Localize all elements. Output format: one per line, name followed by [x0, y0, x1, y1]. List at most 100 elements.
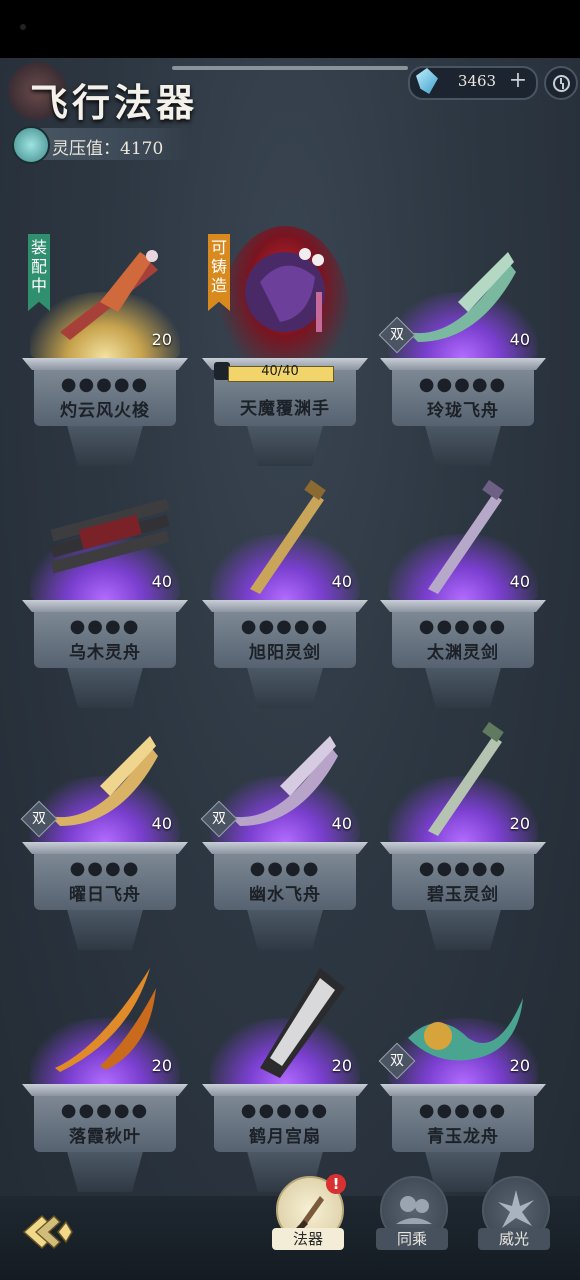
star-marks: ●●●●● — [418, 858, 508, 879]
pedestal-top — [22, 358, 188, 370]
artifact-name: 旭阳灵剑 — [249, 643, 321, 663]
star-marks: ●●●●● — [240, 1100, 330, 1121]
artifact-card[interactable]: 双 40 ●●●● 曜日飞舟 — [20, 710, 190, 950]
hand-icon — [245, 248, 325, 332]
dragon-icon — [408, 998, 523, 1061]
sword-purple-icon — [428, 479, 504, 594]
star-marks: ●●●●● — [418, 1100, 508, 1121]
star-marks: ●●●● — [249, 858, 321, 879]
star-marks: ●●●●● — [418, 374, 508, 395]
spirit-pressure-icon — [12, 126, 50, 164]
star-marks: ●●●●● — [60, 374, 150, 395]
pedestal-top — [380, 842, 546, 854]
pedestal-top — [202, 1084, 368, 1096]
star-marks: ●●●● — [69, 616, 141, 637]
artifact-level: 20 — [331, 1056, 352, 1075]
dual-seat-label: 双 — [32, 811, 46, 827]
boat-green-icon — [408, 252, 516, 342]
artifact-name: 落霞秋叶 — [69, 1127, 141, 1147]
pedestal-base — [425, 910, 501, 950]
artifact-card[interactable]: 20 ●●●●● 鹤月宫扇 — [200, 952, 370, 1192]
boat-purple-icon — [230, 736, 338, 826]
camera-dot — [20, 24, 26, 30]
pedestal-top — [22, 600, 188, 612]
pedestal-top — [22, 842, 188, 854]
scroll-indicator — [172, 66, 408, 70]
raft-icon — [50, 498, 170, 574]
star-marks: ●●●● — [69, 858, 141, 879]
pedestal-base — [425, 426, 501, 466]
clock-icon[interactable] — [544, 66, 578, 100]
dual-seat-label: 双 — [212, 811, 226, 827]
dual-seat-label: 双 — [390, 1053, 404, 1069]
artifact-card[interactable]: 40 ●●●●● 旭阳灵剑 — [200, 468, 370, 708]
status-tag: 可铸造 — [208, 234, 230, 311]
artifact-name: 天魔覆渊手 — [240, 399, 330, 419]
status-tag: 装配中 — [28, 234, 50, 311]
star-marks: ●●●●● — [240, 616, 330, 637]
artifact-card[interactable]: 可铸造 40/40 天魔覆渊手 — [200, 226, 370, 466]
dual-seat-label: 双 — [390, 327, 404, 343]
artifact-card[interactable]: 40 ●●●● 乌木灵舟 — [20, 468, 190, 708]
artifact-name: 碧玉灵剑 — [427, 885, 499, 905]
status-bar — [0, 0, 580, 58]
pedestal-top — [202, 842, 368, 854]
artifact-level: 20 — [509, 814, 530, 833]
artifact-level: 20 — [151, 330, 172, 349]
back-arrow-icon[interactable] — [20, 1212, 80, 1252]
artifact-card[interactable]: 20 ●●●●● 落霞秋叶 — [20, 952, 190, 1192]
artifact-card[interactable]: 40 ●●●●● 太渊灵剑 — [378, 468, 548, 708]
artifact-card[interactable]: 装配中 20 ●●●●● 灼云风火梭 — [20, 226, 190, 466]
pedestal-base — [247, 910, 323, 950]
pedestal-base — [247, 668, 323, 708]
pedestal-top — [380, 600, 546, 612]
artifact-card[interactable]: 双 40 ●●●● 幽水飞舟 — [200, 710, 370, 950]
star-marks: ●●●●● — [60, 1100, 150, 1121]
add-currency-button[interactable]: + — [506, 68, 530, 94]
artifact-level: 20 — [509, 1056, 530, 1075]
star-marks: ●●●●● — [418, 616, 508, 637]
pedestal-top — [380, 1084, 546, 1096]
artifact-card[interactable]: 双 40 ●●●●● 玲珑飞舟 — [378, 226, 548, 466]
nav-tab-ride-together-label: 同乘 — [376, 1228, 448, 1250]
fan-icon — [260, 968, 345, 1078]
pedestal-base — [67, 1152, 143, 1192]
sword-gold-icon — [250, 479, 326, 594]
artifact-level: 20 — [151, 1056, 172, 1075]
artifact-card[interactable]: 20 ●●●●● 碧玉灵剑 — [378, 710, 548, 950]
artifact-level: 40 — [331, 814, 352, 833]
artifact-level: 40 — [509, 572, 530, 591]
artifact-level: 40 — [151, 814, 172, 833]
nav-tab-artifact-label: 法器 — [272, 1228, 344, 1250]
leaf-icon — [55, 968, 156, 1072]
currency-value: 3463 — [457, 72, 497, 90]
nav-tab-ride-together[interactable]: 同乘 — [372, 1176, 452, 1256]
artifact-level: 40 — [509, 330, 530, 349]
pedestal-base — [425, 668, 501, 708]
artifact-name: 幽水飞舟 — [249, 885, 321, 905]
alert-badge: ! — [326, 1174, 346, 1194]
nav-tab-aura[interactable]: 威光 — [474, 1176, 554, 1256]
boat-gold-icon — [50, 736, 158, 826]
artifact-name: 太渊灵剑 — [427, 643, 499, 663]
artifact-name: 乌木灵舟 — [69, 643, 141, 663]
artifact-name: 灼云风火梭 — [60, 401, 150, 421]
artifact-level: 40 — [151, 572, 172, 591]
page-title: 飞行法器 — [30, 80, 199, 125]
artifact-level: 40 — [331, 572, 352, 591]
artifact-name: 曜日飞舟 — [69, 885, 141, 905]
nav-tab-aura-label: 威光 — [478, 1228, 550, 1250]
pedestal-top — [22, 1084, 188, 1096]
sword-green-icon — [428, 721, 504, 836]
artifact-name: 鹤月宫扇 — [249, 1127, 321, 1147]
pedestal-base — [67, 668, 143, 708]
spirit-pressure-value: 灵压值：4170 — [52, 139, 164, 159]
fragment-progress-text: 40/40 — [261, 364, 299, 379]
artifact-name: 青玉龙舟 — [427, 1127, 499, 1147]
sword-red-icon — [60, 250, 158, 340]
pedestal-top — [380, 358, 546, 370]
artifact-name: 玲珑飞舟 — [427, 401, 499, 421]
artifact-card[interactable]: 双 20 ●●●●● 青玉龙舟 — [378, 952, 548, 1192]
pedestal-base — [67, 910, 143, 950]
pedestal-base — [67, 426, 143, 466]
